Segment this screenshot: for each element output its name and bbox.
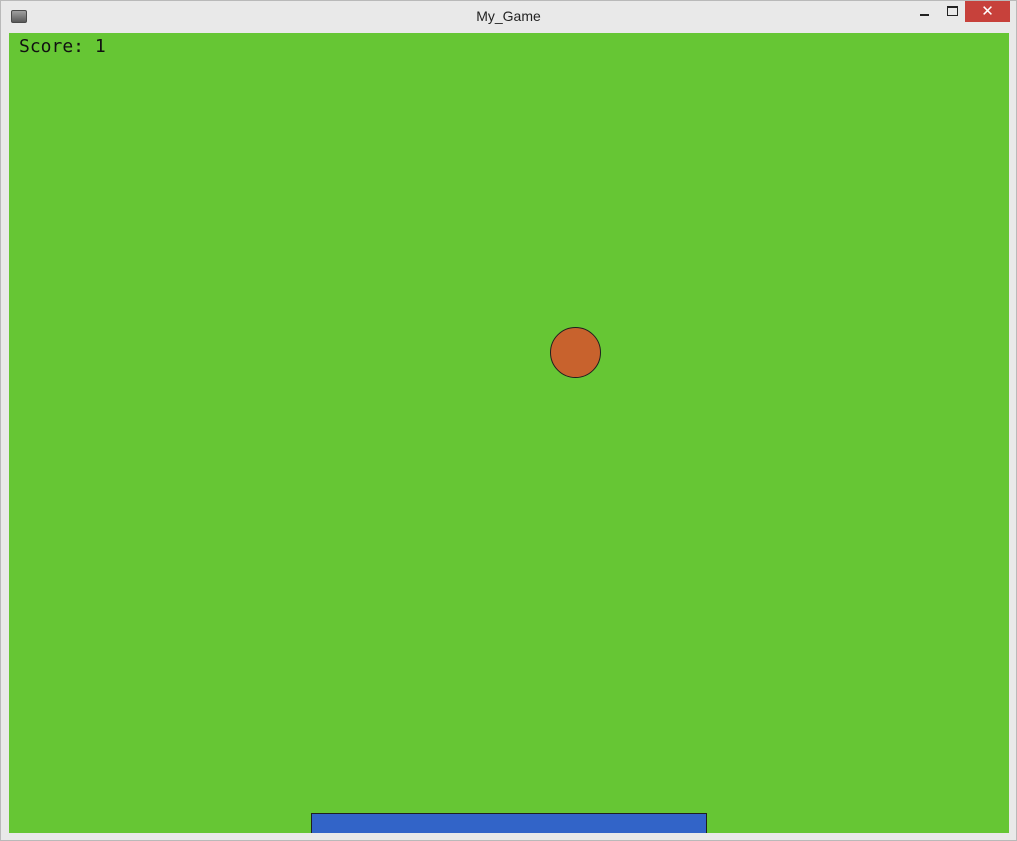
close-icon: ✕ <box>981 2 994 20</box>
window-title: My_Game <box>476 8 541 24</box>
game-canvas[interactable]: Score: 1 <box>9 33 1009 833</box>
close-button[interactable]: ✕ <box>965 1 1010 22</box>
maximize-button[interactable] <box>938 1 966 22</box>
minimize-icon <box>919 13 929 16</box>
score-label: Score: 1 <box>19 36 106 57</box>
ball <box>550 327 601 378</box>
minimize-button[interactable] <box>910 1 938 22</box>
maximize-icon <box>946 5 958 16</box>
title-bar[interactable]: My_Game ✕ <box>1 1 1016 32</box>
game-window: My_Game ✕ Score: 1 <box>0 0 1017 841</box>
paddle[interactable] <box>311 813 707 833</box>
